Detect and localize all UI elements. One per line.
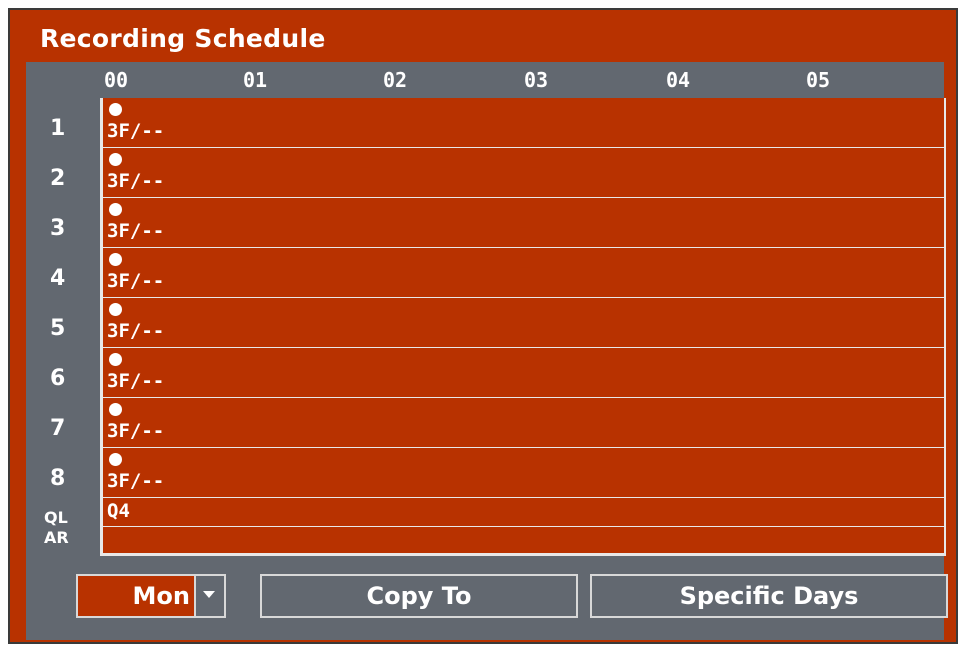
schedule-row-7[interactable]: 3F/-- bbox=[103, 398, 944, 448]
window-title: Recording Schedule bbox=[40, 24, 326, 53]
schedule-row-ql[interactable]: Q4 bbox=[103, 498, 944, 527]
hour-label-02: 02 bbox=[383, 68, 408, 92]
schedule-cell-text: 3F/-- bbox=[107, 120, 165, 142]
chevron-down-icon bbox=[203, 591, 215, 598]
copy-to-button[interactable]: Copy To bbox=[260, 574, 578, 618]
schedule-row-3[interactable]: 3F/-- bbox=[103, 198, 944, 248]
schedule-cell-text: 3F/-- bbox=[107, 220, 165, 242]
channel-label-8: 8 bbox=[50, 466, 66, 491]
ql-row-label: QL bbox=[44, 508, 68, 527]
channel-label-3: 3 bbox=[50, 216, 66, 241]
record-dot-icon bbox=[109, 203, 122, 216]
record-dot-icon bbox=[109, 353, 122, 366]
schedule-cell-text: 3F/-- bbox=[107, 270, 165, 292]
record-dot-icon bbox=[109, 103, 122, 116]
channel-label-6: 6 bbox=[50, 366, 66, 391]
record-dot-icon bbox=[109, 253, 122, 266]
channel-label-1: 1 bbox=[50, 116, 66, 141]
specific-days-button[interactable]: Specific Days bbox=[590, 574, 948, 618]
quality-cell-text: Q4 bbox=[107, 500, 130, 522]
schedule-panel: 00 01 02 03 04 05 1 2 3 4 5 6 7 8 QL AR … bbox=[26, 62, 948, 640]
schedule-row-1[interactable]: 3F/-- bbox=[103, 98, 944, 148]
dropdown-arrow-button[interactable] bbox=[194, 576, 224, 616]
record-dot-icon bbox=[109, 303, 122, 316]
record-dot-icon bbox=[109, 403, 122, 416]
day-select-value: Mon bbox=[132, 582, 190, 610]
channel-label-5: 5 bbox=[50, 316, 66, 341]
hour-label-05: 05 bbox=[806, 68, 831, 92]
channel-label-2: 2 bbox=[50, 166, 66, 191]
hour-label-00: 00 bbox=[104, 68, 129, 92]
day-select[interactable]: Mon bbox=[76, 574, 226, 618]
schedule-row-ar[interactable] bbox=[103, 527, 944, 553]
schedule-cell-text: 3F/-- bbox=[107, 470, 165, 492]
ar-row-label: AR bbox=[44, 528, 69, 547]
record-dot-icon bbox=[109, 453, 122, 466]
schedule-cell-text: 3F/-- bbox=[107, 420, 165, 442]
channel-label-7: 7 bbox=[50, 416, 66, 441]
schedule-row-2[interactable]: 3F/-- bbox=[103, 148, 944, 198]
recording-schedule-window: Recording Schedule 00 01 02 03 04 05 1 2… bbox=[8, 8, 958, 644]
schedule-row-4[interactable]: 3F/-- bbox=[103, 248, 944, 298]
record-dot-icon bbox=[109, 153, 122, 166]
schedule-row-5[interactable]: 3F/-- bbox=[103, 298, 944, 348]
hour-label-01: 01 bbox=[243, 68, 268, 92]
schedule-cell-text: 3F/-- bbox=[107, 170, 165, 192]
schedule-cell-text: 3F/-- bbox=[107, 320, 165, 342]
schedule-row-8[interactable]: 3F/-- bbox=[103, 448, 944, 498]
schedule-grid[interactable]: 3F/-- 3F/-- 3F/-- 3F/-- 3F/-- 3F/-- 3F/-… bbox=[100, 98, 946, 556]
channel-label-4: 4 bbox=[50, 266, 66, 291]
hour-label-03: 03 bbox=[524, 68, 549, 92]
schedule-cell-text: 3F/-- bbox=[107, 370, 165, 392]
hour-label-04: 04 bbox=[666, 68, 691, 92]
schedule-row-6[interactable]: 3F/-- bbox=[103, 348, 944, 398]
